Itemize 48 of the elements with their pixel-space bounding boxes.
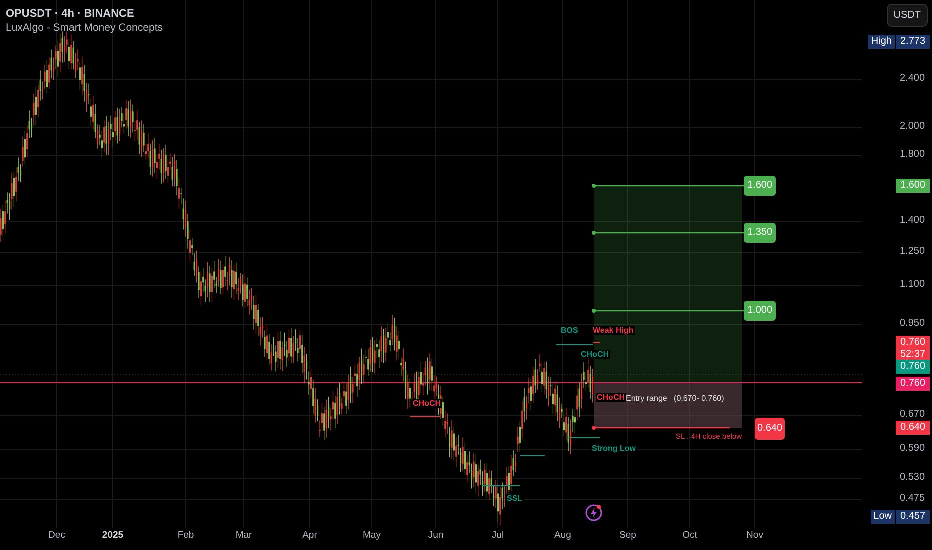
time-tick: Feb: [176, 530, 196, 541]
entry-range-text: Entry range (0.670- 0.760): [626, 394, 724, 403]
symbol-title: OPUSDT · 4h · BINANCE: [6, 8, 136, 20]
target-price-label: 1.000: [744, 301, 776, 321]
price-tick: 0.950: [900, 318, 926, 330]
structure-label: SSL: [506, 494, 524, 503]
time-tick: Aug: [554, 530, 572, 541]
structure-label: Weak High: [592, 326, 635, 335]
structure-label: CHoCH: [580, 350, 610, 359]
price-label: High: [868, 35, 895, 49]
price-badge: 0.760 52:37: [896, 336, 930, 362]
currency-button[interactable]: USDT: [886, 4, 928, 27]
price-badge: 0.640: [896, 421, 930, 435]
price-tick: 1.400: [900, 215, 926, 227]
time-tick: Oct: [682, 530, 698, 541]
time-tick: Jun: [427, 530, 445, 541]
lightning-icon: [586, 504, 602, 522]
time-tick: Dec: [48, 530, 66, 541]
price-tick: 1.100: [900, 279, 926, 291]
price-badge: 1.600: [896, 179, 930, 193]
time-tick: May: [362, 530, 382, 541]
price-tick: 1.800: [900, 149, 926, 161]
time-tick: Mar: [234, 530, 254, 541]
price-tick: 0.670: [900, 409, 926, 421]
price-tick: 2.000: [900, 121, 926, 133]
time-tick: 2025: [101, 530, 125, 541]
stop-loss-price-label: 0.640: [755, 418, 785, 440]
price-badge: 0.760: [896, 377, 930, 391]
price-tick: 0.475: [900, 493, 926, 505]
structure-label: BOS: [560, 326, 580, 335]
indicator-name: LuxAlgo - Smart Money Concepts: [6, 22, 163, 34]
price-tick: 2.400: [900, 73, 926, 85]
structure-label: Strong Low: [591, 444, 637, 453]
target-price-label: 1.600: [744, 176, 776, 196]
price-tick: 0.590: [900, 443, 926, 455]
time-tick: Apr: [302, 530, 318, 541]
price-badge: 2.773: [896, 35, 930, 49]
price-badge: 0.457: [896, 510, 930, 524]
time-tick: Sep: [618, 530, 638, 541]
structure-label: CHoCH: [412, 399, 442, 408]
price-tick: 1.250: [900, 246, 926, 258]
time-tick: Nov: [746, 530, 764, 541]
target-price-label: 1.350: [744, 223, 776, 243]
price-badge: 0.760: [896, 360, 930, 374]
price-label: Low: [870, 510, 895, 524]
structure-label: CHoCH: [596, 393, 626, 402]
time-tick: Jul: [490, 530, 506, 541]
price-tick: 0.530: [900, 472, 926, 484]
